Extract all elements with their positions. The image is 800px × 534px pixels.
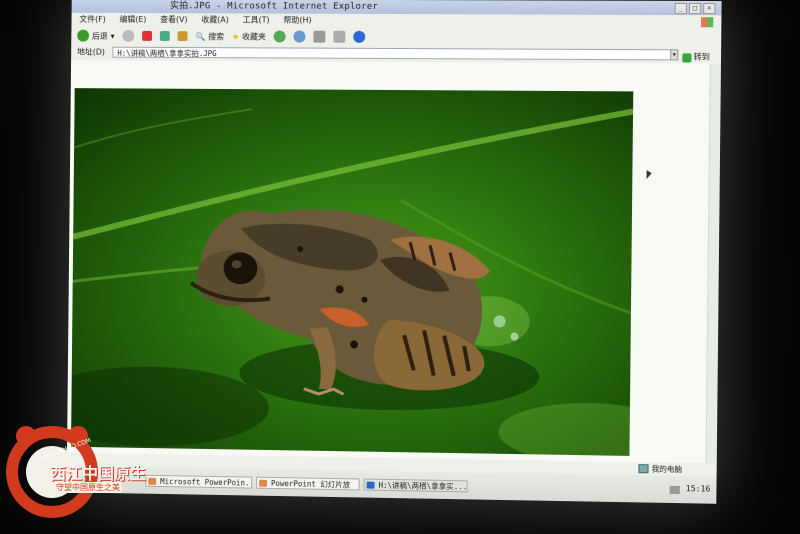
windows-logo-icon bbox=[700, 17, 714, 28]
window-title-doc: 实拍.JPG bbox=[170, 1, 211, 12]
ie-icon bbox=[366, 481, 375, 489]
forward-arrow-icon[interactable] bbox=[122, 29, 135, 42]
history-icon[interactable] bbox=[273, 30, 286, 43]
back-label: 后退 bbox=[91, 31, 108, 41]
watermark-logo: www.CNHOO.COM 西江中国原生 守望中国原生之美 bbox=[4, 420, 174, 530]
star-icon: ★ bbox=[231, 31, 240, 41]
stop-icon[interactable] bbox=[142, 30, 153, 41]
search-label: 搜索 bbox=[208, 31, 225, 41]
slideshow-icon bbox=[259, 479, 268, 487]
home-icon[interactable] bbox=[177, 31, 188, 42]
ie-icon[interactable] bbox=[353, 30, 366, 43]
favorites-label: 收藏夹 bbox=[242, 31, 266, 41]
clock: 15:16 bbox=[685, 484, 711, 494]
maximize-button[interactable]: □ bbox=[688, 2, 702, 15]
menu-help[interactable]: 帮助(H) bbox=[283, 14, 311, 28]
menu-tools[interactable]: 工具(T) bbox=[243, 13, 270, 27]
close-button[interactable]: × bbox=[703, 3, 716, 15]
menu-favorites[interactable]: 收藏(A) bbox=[201, 13, 229, 27]
computer-icon bbox=[638, 464, 649, 474]
search-icon: 🔍 bbox=[195, 31, 206, 41]
favorites-button[interactable]: ★ 收藏夹 bbox=[232, 31, 266, 42]
task-ie-window[interactable]: H:\讲稿\两栖\拿拿实... bbox=[363, 478, 468, 493]
frog-on-leaf-image bbox=[71, 88, 634, 456]
go-arrow-icon bbox=[682, 52, 692, 62]
task-label: H:\讲稿\两栖\拿拿实... bbox=[378, 480, 468, 492]
page-content bbox=[67, 60, 721, 464]
window-title: - Microsoft Internet Explorer bbox=[215, 1, 379, 12]
address-dropdown-button[interactable]: ▾ bbox=[670, 49, 679, 61]
vertical-scrollbar[interactable] bbox=[705, 63, 721, 464]
address-label: 地址(D) bbox=[77, 47, 106, 57]
tray-icon[interactable] bbox=[669, 485, 680, 495]
search-button[interactable]: 🔍 搜索 bbox=[195, 31, 224, 42]
back-button[interactable]: 后退 ▾ bbox=[77, 29, 115, 42]
edit-icon[interactable] bbox=[333, 30, 346, 43]
refresh-icon[interactable] bbox=[159, 31, 170, 42]
back-arrow-icon bbox=[77, 29, 90, 42]
mouse-cursor-icon bbox=[646, 170, 652, 180]
chevron-down-icon: ▾ bbox=[110, 31, 115, 41]
watermark-brand: 西江中国原生 bbox=[50, 464, 147, 483]
watermark-slogan: 守望中国原生之美 bbox=[54, 482, 122, 493]
minimize-button[interactable]: _ bbox=[674, 2, 687, 15]
zone-label: 我的电脑 bbox=[651, 464, 683, 474]
task-slideshow[interactable]: PowerPoint 幻灯片放 bbox=[256, 476, 360, 491]
address-input[interactable]: H:\讲稿\两栖\拿拿实拍.JPG bbox=[112, 46, 673, 61]
menu-edit[interactable]: 编辑(E) bbox=[119, 13, 146, 27]
print-icon[interactable] bbox=[313, 30, 326, 43]
status-zone: 我的电脑 bbox=[638, 462, 682, 476]
menu-file[interactable]: 文件(F) bbox=[79, 13, 106, 27]
menu-view[interactable]: 查看(V) bbox=[160, 13, 188, 27]
mail-icon[interactable] bbox=[293, 30, 306, 43]
task-label: PowerPoint 幻灯片放 bbox=[270, 478, 351, 490]
window-controls: _ □ × bbox=[674, 2, 716, 15]
frog-photo bbox=[71, 88, 634, 456]
